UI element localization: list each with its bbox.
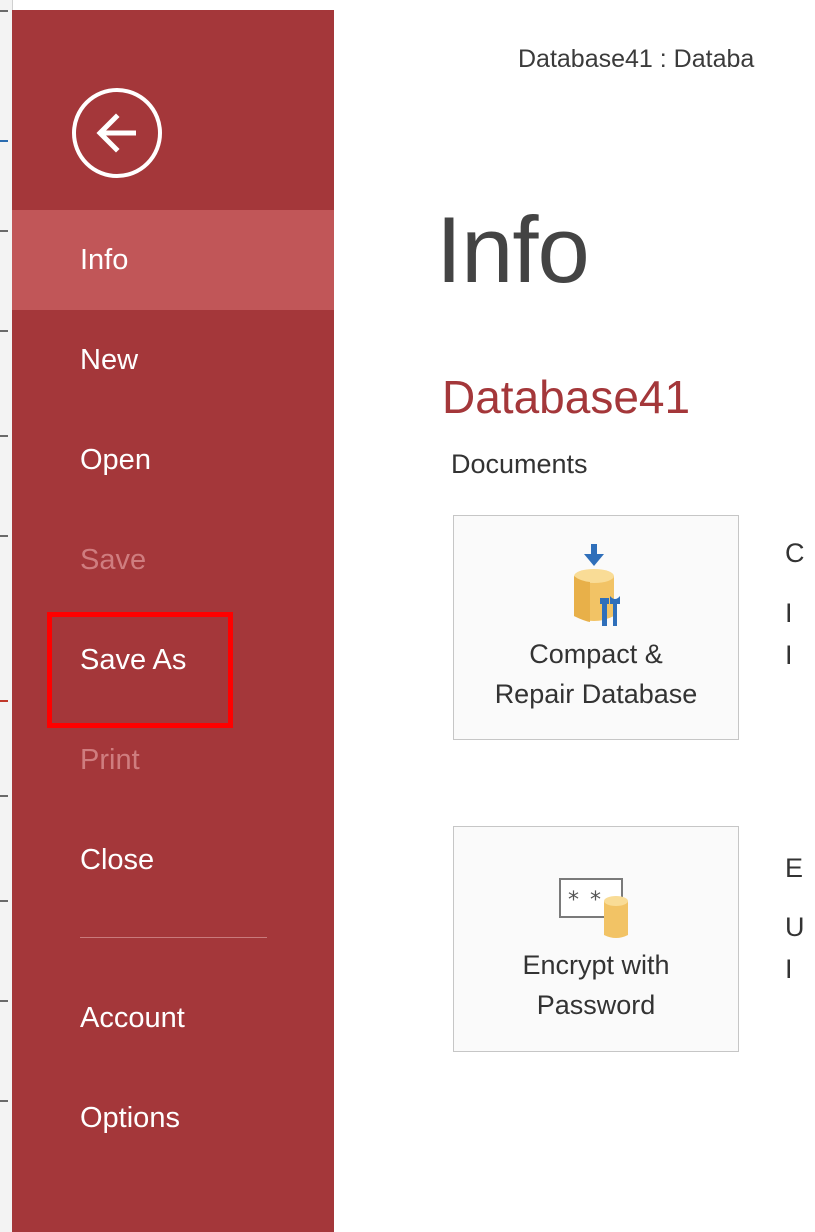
clipped-text: E: [785, 853, 804, 883]
nav-item-account[interactable]: Account: [12, 968, 334, 1068]
nav-item-label: Save: [80, 543, 147, 576]
window-title: Database41 : Databa: [518, 45, 755, 73]
encrypt-password-icon: * *: [554, 871, 638, 943]
nav-item-label: New: [80, 343, 139, 376]
tile-label: Encrypt with: [522, 950, 670, 980]
svg-text:*: *: [568, 888, 579, 913]
nav-item-label: Open: [80, 443, 151, 476]
nav-item-label: Account: [80, 1001, 185, 1034]
clipped-text: I: [785, 954, 793, 984]
underlay-mark: [0, 900, 8, 902]
underlay-mark: [0, 1100, 8, 1102]
underlay-mark: [0, 535, 8, 537]
tile-label: Repair Database: [494, 679, 698, 709]
nav-item-open[interactable]: Open: [12, 410, 334, 510]
back-arrow-icon: [96, 113, 136, 153]
page-title: Info: [436, 197, 590, 302]
clipped-text: U: [785, 912, 805, 942]
backstage-view: Info New Open Save Save As Print Close A…: [0, 0, 815, 1232]
compact-repair-button[interactable]: Compact & Repair Database: [453, 515, 739, 740]
nav-item-new[interactable]: New: [12, 310, 334, 410]
underlay-mark: [0, 230, 8, 232]
nav-item-print: Print: [12, 710, 334, 810]
clipped-text: I: [785, 598, 793, 628]
underlay-mark: [0, 330, 8, 332]
back-button[interactable]: [72, 88, 162, 178]
database-name: Database41: [442, 371, 691, 423]
underlay-mark: [0, 1000, 8, 1002]
nav-item-label: Info: [80, 243, 129, 276]
underlay-mark: [0, 435, 8, 437]
nav-item-save: Save: [12, 510, 334, 610]
underlay-mark: [0, 795, 8, 797]
nav-item-label: Save As: [80, 643, 187, 676]
svg-text:*: *: [590, 888, 601, 913]
nav-item-info[interactable]: Info: [12, 210, 334, 310]
nav-item-options[interactable]: Options: [12, 1068, 334, 1168]
nav-item-save-as[interactable]: Save As: [12, 610, 334, 710]
nav-divider: [80, 937, 267, 938]
tile-label: Password: [536, 990, 656, 1020]
encrypt-password-button[interactable]: * * Encrypt with Password: [453, 826, 739, 1052]
nav-item-label: Options: [80, 1101, 180, 1134]
underlay-mark: [0, 140, 8, 142]
clipped-text: I: [785, 640, 793, 670]
nav-item-label: Print: [80, 743, 140, 776]
clipped-text: C: [785, 538, 805, 568]
compact-repair-icon: [566, 540, 626, 630]
backstage-sidebar: Info New Open Save Save As Print Close A…: [12, 10, 334, 1232]
nav-item-close[interactable]: Close: [12, 810, 334, 910]
underlay-mark: [0, 10, 8, 12]
tile-label: Compact &: [529, 639, 663, 669]
database-location: Documents: [451, 449, 588, 479]
nav-item-label: Close: [80, 843, 155, 876]
underlay-mark: [0, 700, 8, 702]
